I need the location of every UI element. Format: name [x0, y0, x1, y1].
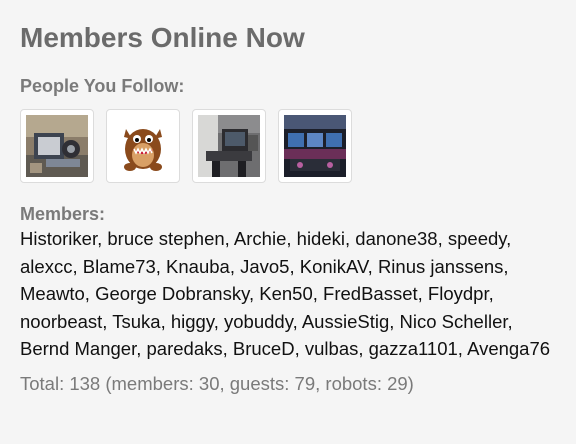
member-link[interactable]: Ken50: [259, 283, 313, 304]
member-link[interactable]: Bernd Manger: [20, 338, 136, 359]
member-link[interactable]: hideki: [297, 228, 345, 249]
member-link[interactable]: KonikAV: [300, 256, 368, 277]
member-link[interactable]: Meawto: [20, 283, 85, 304]
member-link[interactable]: noorbeast: [20, 311, 102, 332]
member-link[interactable]: Nico Scheller: [400, 311, 508, 332]
member-link[interactable]: Avenga76: [467, 338, 550, 359]
member-link[interactable]: gazza1101: [369, 338, 458, 359]
followed-avatar-1[interactable]: [20, 109, 94, 183]
members-label: Members:: [20, 204, 106, 224]
member-link[interactable]: Floydpr: [428, 283, 489, 304]
member-link[interactable]: FredBasset: [323, 283, 418, 304]
members-online-widget: Members Online Now People You Follow: Me…: [0, 0, 576, 444]
followed-avatar-4[interactable]: [278, 109, 352, 183]
online-total: Total: 138 (members: 30, guests: 79, rob…: [20, 372, 414, 394]
tasmanian-devil-avatar: [112, 115, 174, 177]
people-you-follow-label: People You Follow:: [20, 76, 185, 96]
widget-title: Members Online Now: [20, 22, 305, 53]
followed-avatar-2[interactable]: [106, 109, 180, 183]
member-link[interactable]: danone38: [355, 228, 437, 249]
photo-avatar-cockpit: [284, 115, 346, 177]
member-link[interactable]: Knauba: [166, 256, 230, 277]
member-link[interactable]: Javo5: [240, 256, 289, 277]
member-link[interactable]: Archie: [234, 228, 286, 249]
member-link[interactable]: BruceD: [233, 338, 295, 359]
member-link[interactable]: higgy: [171, 311, 214, 332]
member-link[interactable]: Rinus janssens: [378, 256, 503, 277]
photo-avatar-workshop: [198, 115, 260, 177]
member-link[interactable]: alexcc: [20, 256, 72, 277]
member-link[interactable]: Historiker: [20, 228, 97, 249]
photo-avatar-workbench: [26, 115, 88, 177]
member-link[interactable]: Blame73: [83, 256, 156, 277]
member-link[interactable]: Tsuka: [112, 311, 160, 332]
member-link[interactable]: yobuddy: [224, 311, 293, 332]
member-link[interactable]: vulbas: [305, 338, 358, 359]
member-link[interactable]: bruce stephen: [107, 228, 224, 249]
member-link[interactable]: George Dobransky: [95, 283, 249, 304]
member-link[interactable]: speedy: [448, 228, 506, 249]
member-link[interactable]: AussieStig: [302, 311, 389, 332]
members-list: Historiker, bruce stephen, Archie, hidek…: [20, 228, 551, 359]
member-link[interactable]: paredaks: [147, 338, 223, 359]
followed-avatar-3[interactable]: [192, 109, 266, 183]
followed-avatars: [20, 109, 558, 183]
